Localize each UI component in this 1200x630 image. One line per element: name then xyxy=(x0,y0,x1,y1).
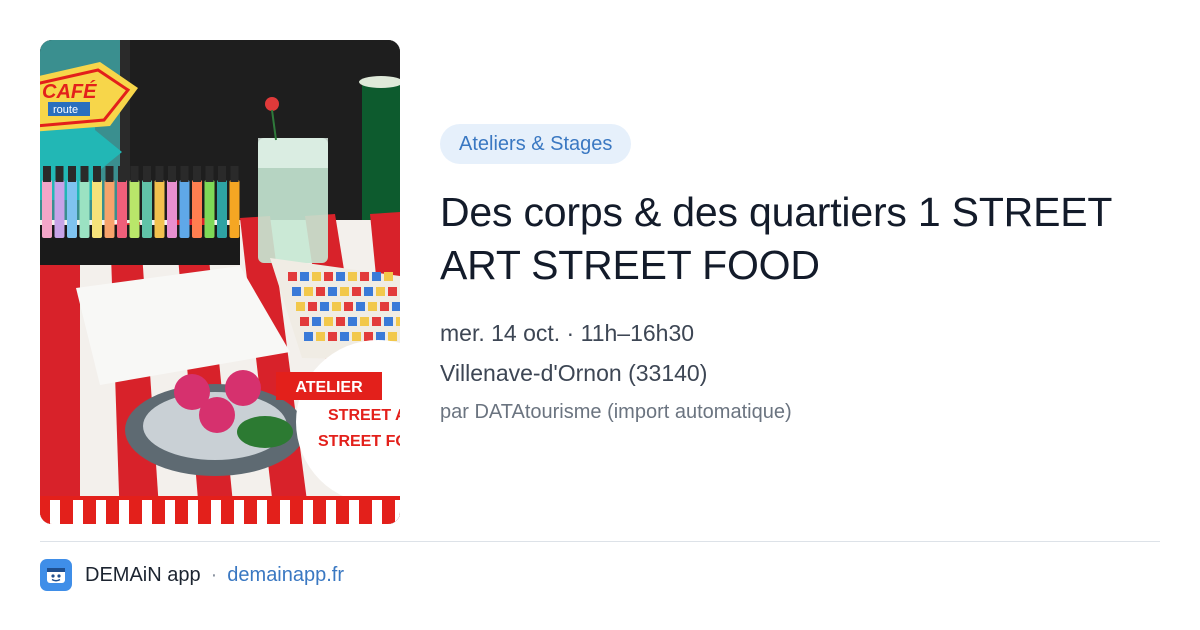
demain-app-logo-icon[interactable] xyxy=(40,559,72,591)
footer-separator: · xyxy=(210,563,218,586)
cafe-sign-subtext: route xyxy=(53,104,78,116)
category-badge[interactable]: Ateliers & Stages xyxy=(440,124,632,164)
event-image[interactable]: ATELIER STREET A STREET FO CAFÉ route xyxy=(40,40,400,524)
badge-street-food-text: STREET FO xyxy=(318,433,400,450)
footer-divider xyxy=(40,541,1160,542)
footer: DEMAiN app · demainapp.fr xyxy=(40,558,344,592)
badge-atelier-text: ATELIER xyxy=(295,379,363,396)
event-title[interactable]: Des corps & des quartiers 1 STREET ART S… xyxy=(440,186,1180,292)
cafe-sign-text: CAFÉ xyxy=(42,80,97,103)
event-source: par DATAtourisme (import automatique) xyxy=(440,401,792,423)
badge-street-art-text: STREET A xyxy=(328,407,400,424)
event-details: Ateliers & Stages Des corps & des quarti… xyxy=(440,124,1180,424)
event-location: Villenave-d'Ornon (33140) xyxy=(440,360,708,386)
event-datetime: mer. 14 oct. · 11h–16h30 xyxy=(440,320,695,346)
domain-link[interactable]: demainapp.fr xyxy=(227,564,344,587)
app-name[interactable]: DEMAiN app xyxy=(85,564,201,587)
